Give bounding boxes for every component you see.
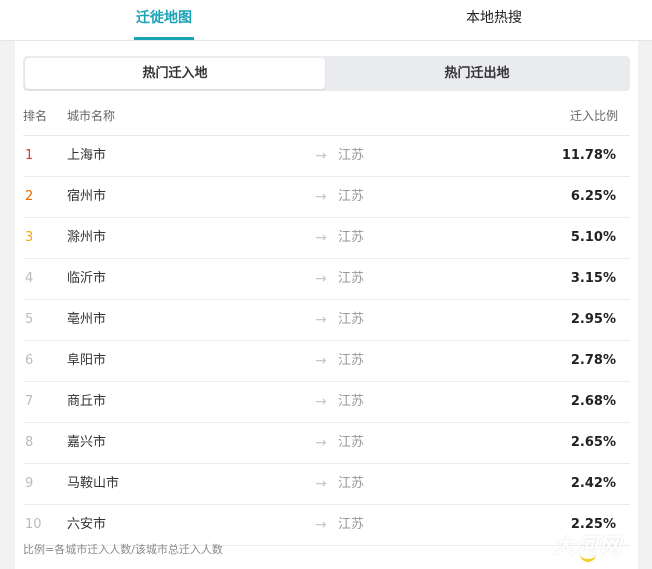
arrow-right-icon: →	[315, 517, 327, 533]
table-row[interactable]: 4 临沂市 → 江苏 3.15%	[23, 259, 630, 300]
table-row[interactable]: 10 六安市 → 江苏 2.25%	[23, 505, 630, 546]
rank-number: 9	[25, 476, 34, 491]
table-header: 排名 城市名称 迁入比例	[23, 97, 630, 136]
destination-province: 江苏	[338, 271, 365, 286]
rank-number: 3	[25, 230, 34, 245]
tab-migration-map[interactable]: 迁徙地图	[134, 0, 194, 40]
arrow-right-icon: →	[315, 394, 327, 410]
inbound-ratio: 3.15%	[570, 271, 616, 286]
ranking-list: 1 上海市 → 江苏 11.78% 2 宿州市 → 江苏 6.25% 3 滁州市 → 江苏 5.10% 4 临沂…	[23, 136, 630, 546]
table-row[interactable]: 3 滁州市 → 江苏 5.10%	[23, 218, 630, 259]
inbound-ratio: 2.68%	[570, 394, 616, 409]
tab-local-hot-search-label: 本地热搜	[466, 10, 522, 26]
destination-province: 江苏	[338, 148, 365, 163]
city-name: 宿州市	[67, 189, 107, 204]
tab-migration-map-label: 迁徙地图	[136, 10, 192, 26]
table-row[interactable]: 5 亳州市 → 江苏 2.95%	[23, 300, 630, 341]
inbound-ratio: 2.95%	[570, 312, 616, 327]
rank-number: 1	[25, 148, 34, 163]
arrow-right-icon: →	[315, 435, 327, 451]
table-row[interactable]: 6 阜阳市 → 江苏 2.78%	[23, 341, 630, 382]
arrow-right-icon: →	[315, 148, 327, 164]
destination-province: 江苏	[338, 435, 365, 450]
top-tab-bar: 迁徙地图 本地热搜	[0, 0, 652, 41]
hot-inbound-button[interactable]: 热门迁入地	[25, 58, 325, 89]
header-city: 城市名称	[67, 109, 116, 123]
rank-number: 10	[25, 517, 42, 532]
city-name: 滁州市	[67, 230, 107, 245]
inbound-ratio: 11.78%	[561, 148, 616, 163]
inbound-ratio: 6.25%	[570, 189, 616, 204]
destination-province: 江苏	[338, 517, 365, 532]
city-name: 商丘市	[67, 394, 107, 409]
tab-local-hot-search[interactable]: 本地热搜	[464, 0, 524, 40]
rank-number: 2	[25, 189, 34, 204]
table-row[interactable]: 2 宿州市 → 江苏 6.25%	[23, 177, 630, 218]
ranking-panel: 热门迁入地 热门迁出地 排名 城市名称 迁入比例 1 上海市 → 江苏 11.78% 2 宿…	[15, 41, 638, 569]
rank-number: 5	[25, 312, 34, 327]
table-row[interactable]: 9 马鞍山市 → 江苏 2.42%	[23, 464, 630, 505]
city-name: 亳州市	[67, 312, 107, 327]
rank-number: 7	[25, 394, 34, 409]
hot-outbound-button[interactable]: 热门迁出地	[327, 58, 627, 89]
direction-toggle: 热门迁入地 热门迁出地	[23, 56, 630, 91]
arrow-right-icon: →	[315, 271, 327, 287]
rank-number: 8	[25, 435, 34, 450]
arrow-right-icon: →	[315, 189, 327, 205]
destination-province: 江苏	[338, 189, 365, 204]
header-rank: 排名	[23, 109, 48, 123]
site-watermark-logo: 大河网	[553, 528, 622, 562]
arrow-right-icon: →	[315, 353, 327, 369]
city-name: 临沂市	[67, 271, 107, 286]
city-name: 嘉兴市	[67, 435, 107, 450]
destination-province: 江苏	[338, 353, 365, 368]
inbound-ratio: 2.78%	[570, 353, 616, 368]
inbound-ratio: 5.10%	[570, 230, 616, 245]
destination-province: 江苏	[338, 312, 365, 327]
rank-number: 4	[25, 271, 34, 286]
destination-province: 江苏	[338, 230, 365, 245]
arrow-right-icon: →	[315, 476, 327, 492]
arrow-right-icon: →	[315, 312, 327, 328]
table-row[interactable]: 8 嘉兴市 → 江苏 2.65%	[23, 423, 630, 464]
destination-province: 江苏	[338, 394, 365, 409]
inbound-ratio: 2.65%	[570, 435, 616, 450]
city-name: 阜阳市	[67, 353, 107, 368]
ratio-footnote: 比例=各城市迁入人数/该城市总迁入人数	[23, 543, 223, 556]
table-row[interactable]: 7 商丘市 → 江苏 2.68%	[23, 382, 630, 423]
active-tab-indicator	[134, 37, 194, 40]
inbound-ratio: 2.42%	[570, 476, 616, 491]
city-name: 六安市	[67, 517, 107, 532]
rank-number: 6	[25, 353, 34, 368]
header-ratio: 迁入比例	[569, 109, 618, 123]
destination-province: 江苏	[338, 476, 365, 491]
city-name: 上海市	[67, 148, 107, 163]
city-name: 马鞍山市	[67, 476, 120, 491]
table-row[interactable]: 1 上海市 → 江苏 11.78%	[23, 136, 630, 177]
arrow-right-icon: →	[315, 230, 327, 246]
